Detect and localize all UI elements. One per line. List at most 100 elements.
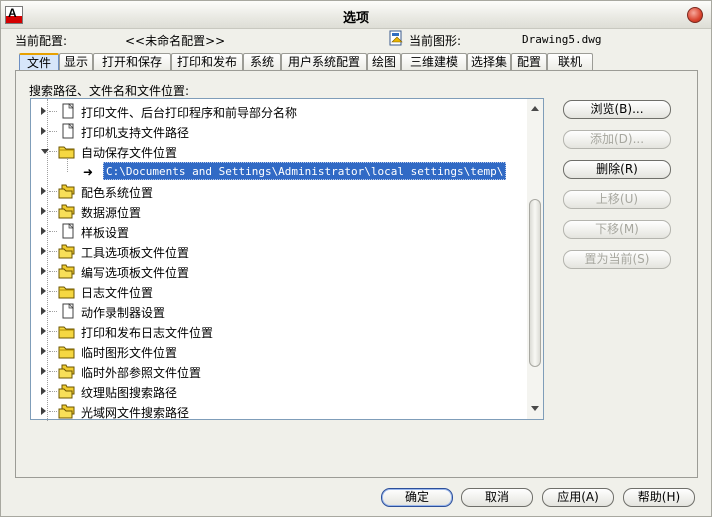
close-icon[interactable] (687, 7, 703, 23)
tree-node[interactable]: 光域网文件搜索路径 (31, 402, 531, 422)
folder-icon (58, 146, 75, 159)
tree-node-label: 光域网文件搜索路径 (81, 406, 190, 420)
tab-selection[interactable]: 选择集 (467, 53, 511, 70)
move-up-button[interactable]: 上移(U) (563, 190, 671, 209)
remove-button[interactable]: 删除(R) (563, 160, 671, 179)
window-title: 选项 (342, 11, 369, 26)
tree-child-connector (67, 158, 68, 172)
browse-button[interactable]: 浏览(B)... (563, 100, 671, 119)
collapse-arrow-icon[interactable] (41, 149, 49, 154)
tree-node[interactable]: 打印文件、后台打印程序和前导部分名称 (31, 102, 531, 122)
tree-node[interactable]: 配色系统位置 (31, 182, 531, 202)
move-down-button[interactable]: 下移(M) (563, 220, 671, 239)
tree-connector (49, 211, 57, 212)
path-arrow-icon: ➜ (83, 165, 94, 179)
tree-node-label: 工具选项板文件位置 (81, 246, 190, 260)
tree-node[interactable]: 临时图形文件位置 (31, 342, 531, 362)
tree-node[interactable]: 自动保存文件位置 (31, 142, 531, 162)
tree-connector (49, 231, 57, 232)
tree-node[interactable]: 数据源位置 (31, 202, 531, 222)
drawing-file-icon (389, 30, 403, 46)
tree-node[interactable]: 动作录制器设置 (31, 302, 531, 322)
folders-icon (58, 244, 75, 259)
file-icon (62, 103, 74, 119)
scroll-thumb[interactable] (529, 199, 541, 367)
expand-arrow-icon[interactable] (41, 367, 46, 375)
tab-plot-and-publish[interactable]: 打印和发布 (171, 53, 243, 70)
tree-connector (49, 411, 57, 412)
tree-node-label: 纹理贴图搜索路径 (81, 386, 178, 400)
file-icon (62, 223, 74, 239)
tree-node[interactable]: 打印和发布日志文件位置 (31, 322, 531, 342)
tree-child-node[interactable]: ➜ C:\Documents and Settings\Administrator… (31, 158, 531, 182)
folders-icon (58, 264, 75, 279)
tree-node-label: 日志文件位置 (81, 286, 154, 300)
folders-icon (58, 364, 75, 379)
ok-button[interactable]: 确定 (381, 488, 453, 507)
tree-node[interactable]: 纹理贴图搜索路径 (31, 382, 531, 402)
apply-button[interactable]: 应用(A) (542, 488, 614, 507)
expand-arrow-icon[interactable] (41, 227, 46, 235)
tree-node[interactable]: 编写选项板文件位置 (31, 262, 531, 282)
expand-arrow-icon[interactable] (41, 267, 46, 275)
tab-online[interactable]: 联机 (547, 53, 593, 70)
tree-node[interactable]: 样板设置 (31, 222, 531, 242)
tree-node-label: 打印机支持文件路径 (81, 126, 190, 140)
tab-files[interactable]: 文件 (19, 53, 59, 70)
expand-arrow-icon[interactable] (41, 287, 46, 295)
cancel-button[interactable]: 取消 (461, 488, 533, 507)
tree-node-label: 打印和发布日志文件位置 (81, 326, 214, 340)
add-button[interactable]: 添加(D)... (563, 130, 671, 149)
expand-arrow-icon[interactable] (41, 407, 46, 415)
autosave-path-value[interactable]: C:\Documents and Settings\Administrator\… (103, 162, 507, 180)
help-button[interactable]: 帮助(H) (623, 488, 695, 507)
tree-node-label: 自动保存文件位置 (81, 146, 178, 160)
tab-display[interactable]: 显示 (59, 53, 93, 70)
tree-node-label: 配色系统位置 (81, 186, 154, 200)
file-icon (62, 303, 74, 319)
tab-system[interactable]: 系统 (243, 53, 281, 70)
tab-profiles[interactable]: 配置 (511, 53, 547, 70)
tree-node-label: 编写选项板文件位置 (81, 266, 190, 280)
tree-node[interactable]: 临时外部参照文件位置 (31, 362, 531, 382)
set-current-button[interactable]: 置为当前(S) (563, 250, 671, 269)
folders-icon (58, 404, 75, 419)
expand-arrow-icon[interactable] (41, 347, 46, 355)
tree-connector (49, 371, 57, 372)
file-location-tree[interactable]: 打印文件、后台打印程序和前导部分名称打印机支持文件路径 自动保存文件位置 ➜ C:\D… (30, 98, 544, 422)
tab-drafting[interactable]: 绘图 (367, 53, 401, 70)
tree-node[interactable]: 打印机支持文件路径 (31, 122, 531, 142)
tree-node[interactable]: 日志文件位置 (31, 282, 531, 302)
expand-arrow-icon[interactable] (41, 187, 46, 195)
tab-open-and-save[interactable]: 打开和保存 (93, 53, 171, 70)
tree-connector (49, 271, 57, 272)
tree-node-label: 临时外部参照文件位置 (81, 366, 202, 380)
folder-icon (58, 286, 75, 299)
scroll-up-button[interactable] (527, 101, 543, 116)
tree-connector (49, 331, 57, 332)
tree-connector (49, 151, 57, 152)
folders-icon (58, 384, 75, 399)
expand-arrow-icon[interactable] (41, 307, 46, 315)
folders-icon (58, 204, 75, 219)
search-paths-heading: 搜索路径、文件名和文件位置: (29, 84, 190, 98)
expand-arrow-icon[interactable] (41, 207, 46, 215)
tree-connector (49, 191, 57, 192)
current-profile-value: <<未命名配置>> (125, 34, 226, 48)
expand-arrow-icon[interactable] (41, 107, 46, 115)
expand-arrow-icon[interactable] (41, 247, 46, 255)
folder-icon (58, 326, 75, 339)
expand-arrow-icon[interactable] (41, 127, 46, 135)
tree-node-label: 临时图形文件位置 (81, 346, 178, 360)
tree-node[interactable]: 工具选项板文件位置 (31, 242, 531, 262)
expand-arrow-icon[interactable] (41, 327, 46, 335)
tab-user-preferences[interactable]: 用户系统配置 (281, 53, 367, 70)
tree-connector (49, 251, 57, 252)
tree-node-label: 样板设置 (81, 226, 130, 240)
expand-arrow-icon[interactable] (41, 387, 46, 395)
scroll-down-button[interactable] (527, 401, 543, 416)
tab-3d-modeling[interactable]: 三维建模 (401, 53, 467, 70)
tree-node-label: 数据源位置 (81, 206, 142, 220)
title-bar[interactable]: A 选项 (1, 1, 711, 29)
tree-vertical-scrollbar[interactable] (527, 99, 543, 419)
